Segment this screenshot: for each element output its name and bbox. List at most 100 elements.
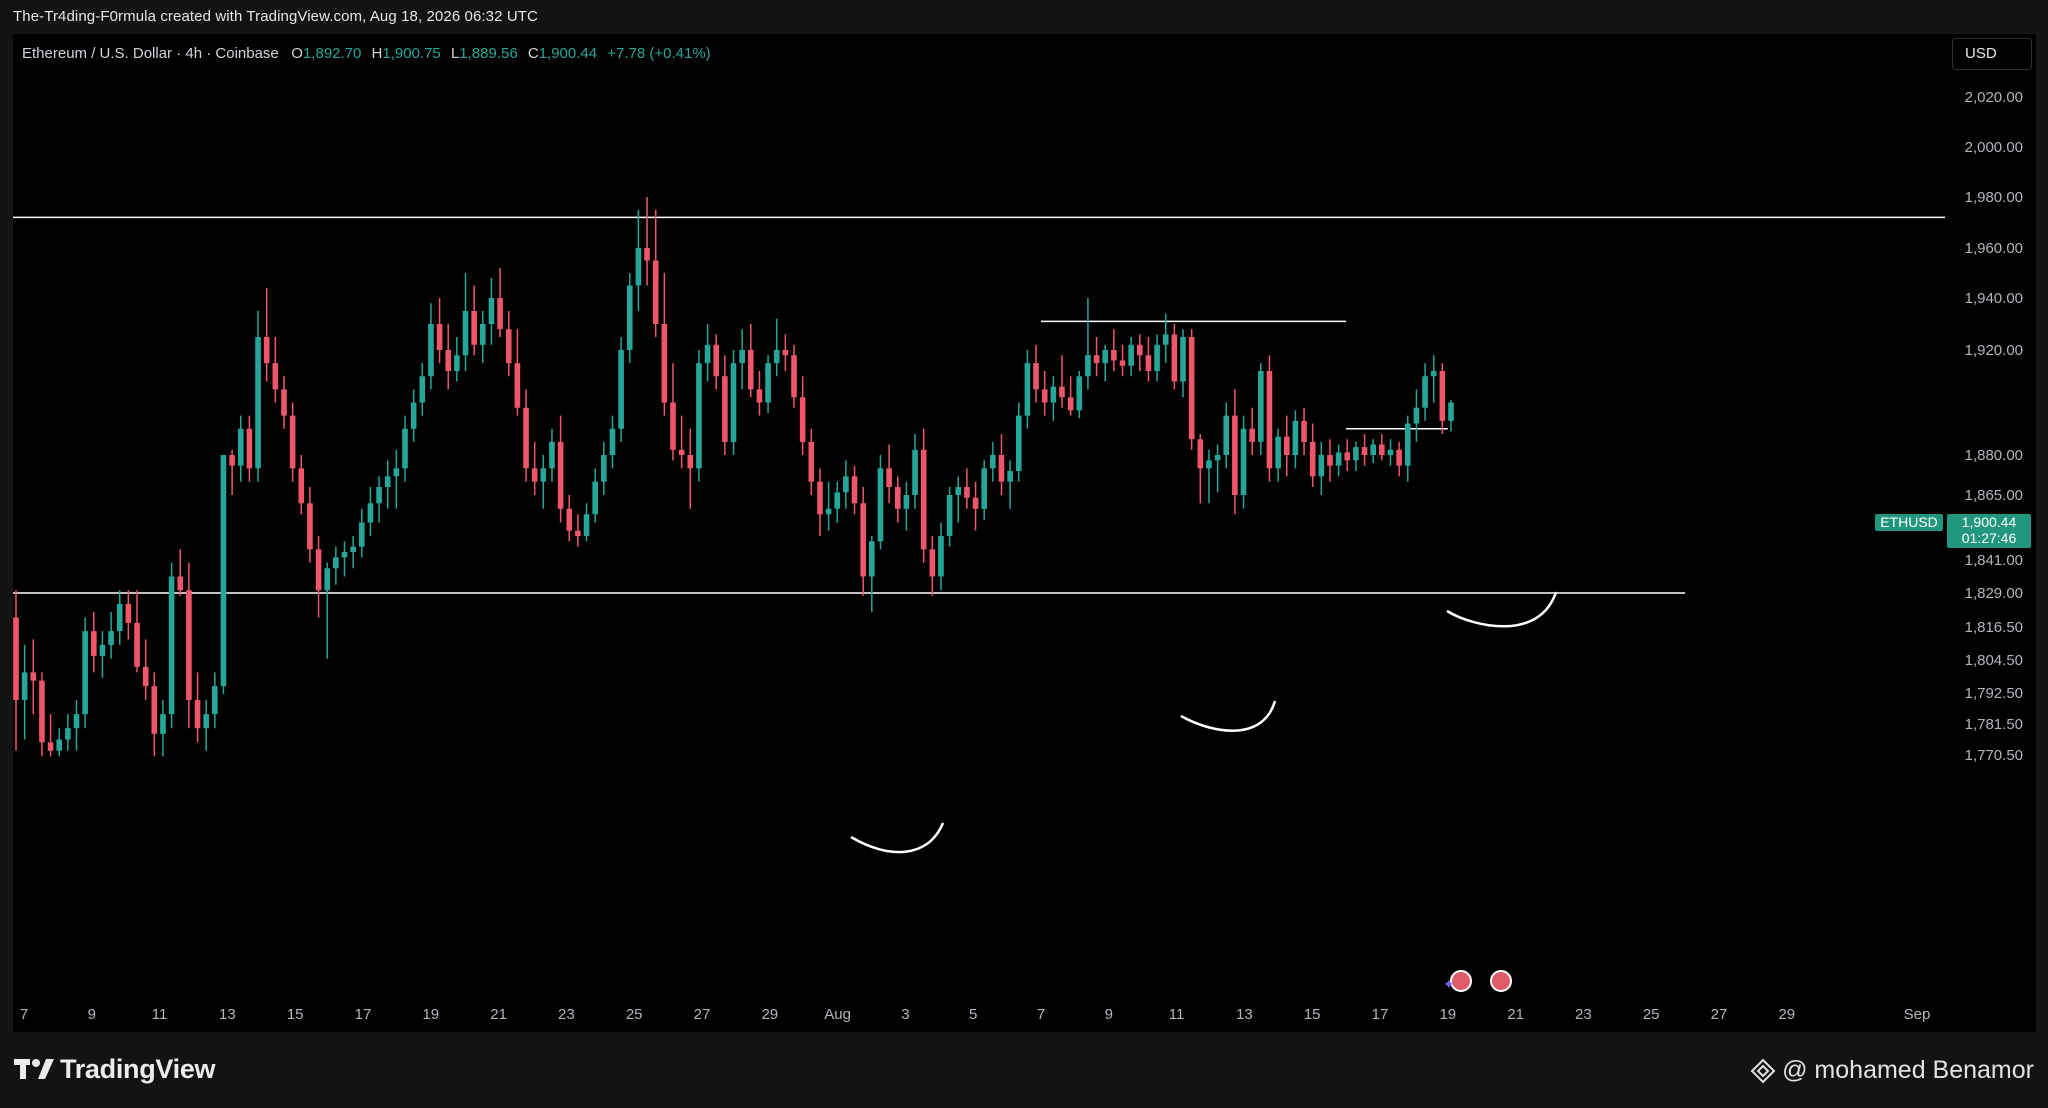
candle: [203, 700, 209, 751]
price-axis-label: 1,880.00: [1965, 447, 2023, 464]
price-axis-label: 1,841.00: [1965, 552, 2023, 569]
candle: [1249, 407, 1255, 455]
author-watermark: @ mohamed Benamor: [1750, 1056, 2034, 1085]
candle: [990, 441, 996, 482]
candle: [1379, 434, 1385, 461]
price-axis-label: 1,816.50: [1965, 619, 2023, 636]
candle: [1413, 389, 1420, 442]
candle: [817, 468, 823, 536]
candle: [1214, 444, 1221, 493]
candle: [168, 562, 175, 729]
candle: [1223, 402, 1230, 469]
candle: [419, 363, 426, 416]
candle: [1309, 423, 1316, 487]
currency-button[interactable]: USD: [1952, 38, 2032, 70]
time-axis-label: 21: [1507, 1006, 1524, 1023]
candle: [142, 639, 149, 701]
candle: [1111, 329, 1117, 371]
curve-drawing-3[interactable]: [1446, 591, 1558, 628]
candle: [358, 508, 365, 558]
candle: [160, 700, 166, 757]
author-name: @ mohamed Benamor: [1782, 1056, 2034, 1084]
candle: [1318, 441, 1325, 495]
candle: [462, 273, 469, 371]
candle: [1128, 337, 1134, 377]
chart-area[interactable]: 2,020.00 2,000.00 1,980.00 1,960.00 1,940.00…: [13, 34, 2036, 1032]
candle: [1422, 363, 1428, 421]
change-value: +7.78 (+0.41%): [607, 45, 711, 62]
candle: [791, 344, 797, 408]
candle: [428, 303, 434, 390]
candle: [1197, 434, 1204, 504]
price-axis-label: 1,980.00: [1965, 189, 2023, 206]
time-axis-label: 23: [1575, 1006, 1592, 1023]
time-axis-label: 11: [1169, 1006, 1185, 1023]
candle: [756, 371, 763, 416]
candle: [1206, 449, 1212, 504]
candle: [1439, 363, 1446, 434]
candle: [1292, 410, 1299, 469]
time-axis-label: 13: [1236, 1006, 1253, 1023]
candle: [566, 495, 573, 542]
price-axis-label: 1,792.50: [1965, 685, 2023, 702]
candle: [549, 428, 555, 482]
symbol-legend: Ethereum / U.S. Dollar · 4h · Coinbase O…: [22, 45, 711, 62]
price-axis-label: 1,865.00: [1965, 487, 2023, 504]
candle: [186, 562, 192, 729]
candle: [514, 329, 521, 416]
time-axis-label: 19: [1439, 1006, 1456, 1023]
candle: [1033, 344, 1039, 403]
candle: [635, 209, 642, 311]
candle: [1327, 439, 1333, 482]
candle: [410, 389, 417, 442]
tradingview-logo[interactable]: TradingView: [14, 1053, 216, 1084]
candle: [393, 449, 400, 509]
candle: [722, 355, 728, 455]
candle: [480, 311, 486, 364]
candle: [376, 476, 382, 523]
candle: [964, 468, 970, 509]
candle: [488, 278, 495, 345]
candle: [436, 298, 443, 364]
candle: [886, 444, 892, 504]
event-icons[interactable]: ✦: [1443, 970, 1512, 992]
flag-icon: [1490, 970, 1512, 992]
candle: [860, 487, 866, 596]
candle: [523, 389, 529, 482]
candle: [445, 324, 452, 390]
candle: [1076, 371, 1083, 419]
price-axis-label: 2,020.00: [1965, 89, 2023, 106]
candle: [315, 536, 322, 618]
time-axis-label: 3: [901, 1006, 909, 1023]
time-axis-label: 15: [287, 1006, 304, 1023]
candle: [799, 376, 806, 455]
price-axis-label: 1,960.00: [1965, 240, 2023, 257]
candle: [1344, 439, 1351, 471]
curve-drawing-2[interactable]: [1180, 700, 1277, 732]
curve-drawing-1[interactable]: [850, 822, 945, 854]
time-axis-label: 17: [355, 1006, 372, 1023]
tradingview-brand: TradingView: [60, 1053, 216, 1084]
candle: [1283, 415, 1290, 477]
candle: [583, 503, 590, 542]
price-axis-label: 1,804.50: [1965, 652, 2023, 669]
candle: [229, 449, 235, 495]
candle: [1154, 334, 1160, 382]
candle: [1041, 371, 1048, 416]
candle: [1370, 439, 1376, 463]
candle: [1361, 434, 1368, 466]
candle: [177, 549, 184, 596]
candle: [713, 334, 720, 390]
candle: [869, 536, 875, 613]
candle: [903, 481, 910, 531]
candle: [1301, 407, 1307, 455]
candle: [125, 590, 132, 640]
candle: [1085, 298, 1091, 390]
candle: [1188, 329, 1195, 450]
candle: [1093, 337, 1100, 377]
ticker-tag-label: ETHUSD: [1880, 514, 1938, 530]
price-chart[interactable]: 2,020.00 2,000.00 1,980.00 1,960.00 1,940.00…: [13, 34, 2036, 1032]
candle: [1232, 389, 1238, 515]
candle: [1136, 334, 1143, 371]
candle-countdown: 01:27:46: [1962, 530, 2017, 546]
